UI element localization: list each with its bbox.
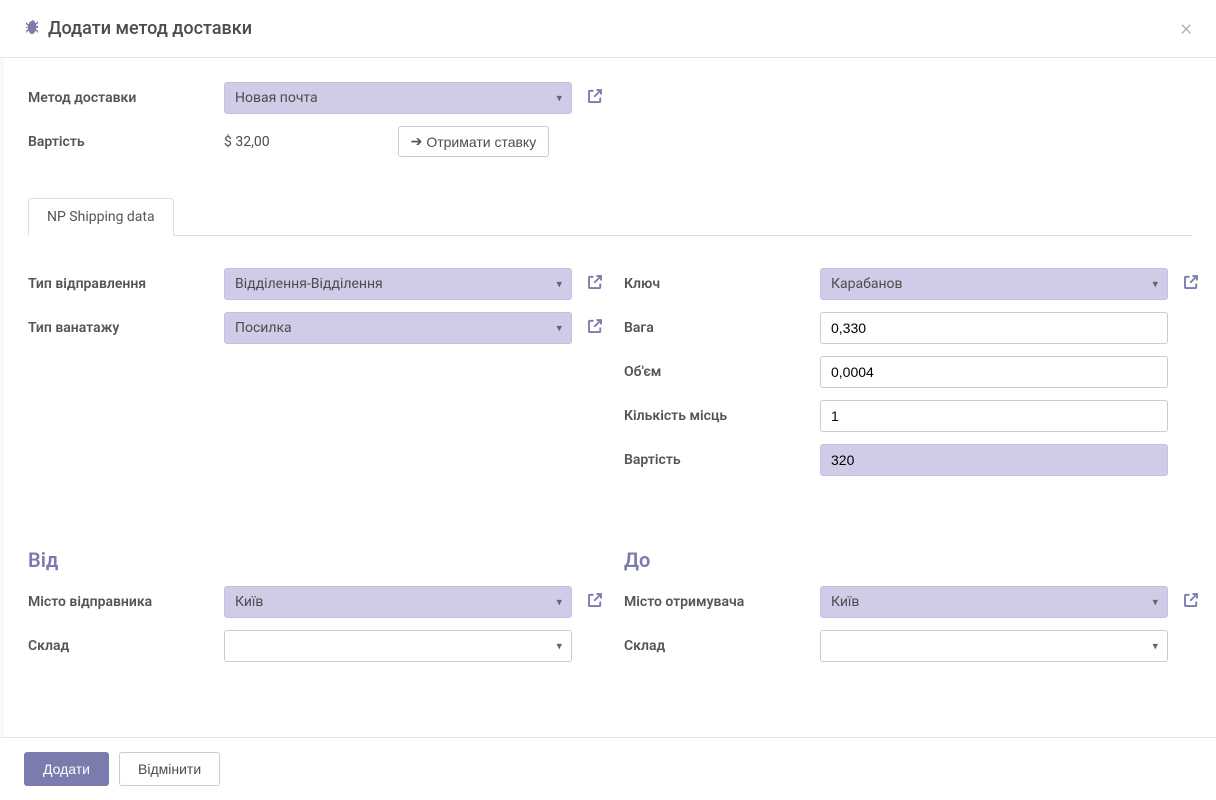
to-title: До [624, 548, 1200, 572]
cargo-type-value: Посилка [224, 312, 572, 344]
row-cargo-type: Тип ванатажу Посилка [28, 312, 604, 344]
value-label: Вартість [624, 452, 820, 468]
cost-label: Вартість [28, 134, 224, 150]
add-delivery-method-modal: Додати метод доставки × Метод доставки Н… [0, 0, 1216, 800]
row-weight: Вага [624, 312, 1200, 344]
cost-value: $ 32,00 [224, 134, 270, 150]
from-warehouse-label: Склад [28, 638, 224, 654]
modal-footer: Додати Відмінити [0, 737, 1216, 800]
external-link-icon[interactable] [586, 87, 604, 109]
np-form-grid: Тип відправлення Відділення-Відділення Т… [28, 268, 1192, 488]
row-value: Вартість [624, 444, 1200, 476]
shipment-type-label: Тип відправлення [28, 276, 224, 292]
row-delivery-method: Метод доставки Новая почта [28, 82, 1192, 114]
bug-icon[interactable] [24, 19, 40, 39]
tab-np-shipping[interactable]: NP Shipping data [28, 198, 174, 236]
col-left: Тип відправлення Відділення-Відділення Т… [28, 268, 604, 488]
external-link-icon[interactable] [586, 273, 604, 295]
to-city-value: Київ [820, 586, 1168, 618]
volume-input[interactable] [820, 356, 1168, 388]
row-to-city: Місто отримувача Київ [624, 586, 1200, 618]
to-warehouse-select[interactable] [820, 630, 1168, 662]
col-to: До Місто отримувача Київ Склад [624, 520, 1200, 674]
row-cost: Вартість $ 32,00 ➔ Отримати ставку [28, 126, 1192, 157]
add-button[interactable]: Додати [24, 752, 109, 786]
get-rate-button[interactable]: ➔ Отримати ставку [398, 126, 550, 157]
from-warehouse-value [224, 630, 572, 662]
row-seats: Кількість місць [624, 400, 1200, 432]
weight-input[interactable] [820, 312, 1168, 344]
tabs: NP Shipping data [28, 197, 1192, 236]
delivery-method-select[interactable]: Новая почта [224, 82, 572, 114]
delivery-method-value: Новая почта [224, 82, 572, 114]
row-volume: Об'єм [624, 356, 1200, 388]
row-from-warehouse: Склад [28, 630, 604, 662]
value-input[interactable] [820, 444, 1168, 476]
modal-title: Додати метод доставки [48, 18, 252, 39]
external-link-icon[interactable] [1182, 273, 1200, 295]
cargo-type-select[interactable]: Посилка [224, 312, 572, 344]
key-label: Ключ [624, 276, 820, 292]
volume-label: Об'єм [624, 364, 820, 380]
to-city-label: Місто отримувача [624, 594, 820, 610]
row-shipment-type: Тип відправлення Відділення-Відділення [28, 268, 604, 300]
modal-header: Додати метод доставки × [0, 0, 1216, 58]
from-city-label: Місто відправника [28, 594, 224, 610]
from-warehouse-select[interactable] [224, 630, 572, 662]
to-warehouse-label: Склад [624, 638, 820, 654]
weight-label: Вага [624, 320, 820, 336]
close-icon[interactable]: × [1180, 16, 1192, 41]
row-to-warehouse: Склад [624, 630, 1200, 662]
shipment-type-value: Відділення-Відділення [224, 268, 572, 300]
get-rate-label: Отримати ставку [426, 134, 536, 150]
row-from-city: Місто відправника Київ [28, 586, 604, 618]
cargo-type-label: Тип ванатажу [28, 320, 224, 336]
col-from: Від Місто відправника Київ Склад [28, 520, 604, 674]
from-city-select[interactable]: Київ [224, 586, 572, 618]
delivery-method-label: Метод доставки [28, 90, 224, 106]
col-right: Ключ Карабанов Вага [624, 268, 1200, 488]
key-select[interactable]: Карабанов [820, 268, 1168, 300]
row-key: Ключ Карабанов [624, 268, 1200, 300]
cancel-button[interactable]: Відмінити [119, 752, 220, 786]
external-link-icon[interactable] [1182, 591, 1200, 613]
seats-input[interactable] [820, 400, 1168, 432]
external-link-icon[interactable] [586, 317, 604, 339]
modal-body: Метод доставки Новая почта Вартість $ 32… [0, 58, 1216, 737]
from-to-grid: Від Місто відправника Київ Склад [28, 520, 1192, 674]
to-warehouse-value [820, 630, 1168, 662]
to-city-select[interactable]: Київ [820, 586, 1168, 618]
key-value: Карабанов [820, 268, 1168, 300]
external-link-icon[interactable] [586, 591, 604, 613]
seats-label: Кількість місць [624, 408, 820, 424]
from-title: Від [28, 548, 604, 572]
shipment-type-select[interactable]: Відділення-Відділення [224, 268, 572, 300]
arrow-right-icon: ➔ [411, 133, 423, 150]
from-city-value: Київ [224, 586, 572, 618]
